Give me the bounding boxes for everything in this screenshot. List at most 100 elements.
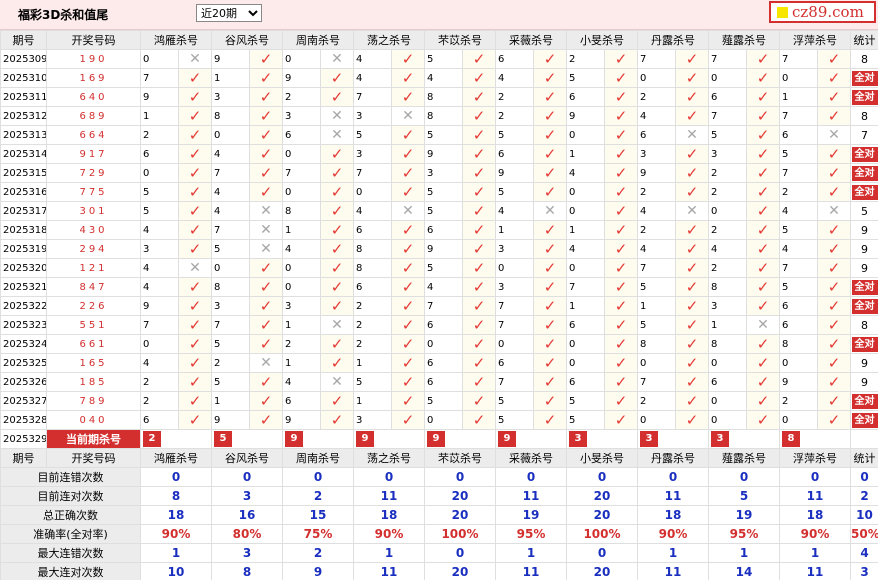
kill-number: 8 <box>779 334 818 354</box>
col-expert-header[interactable]: 鸿雁杀号 <box>140 30 212 50</box>
summary-value: 2 <box>282 486 354 506</box>
col-expert-header[interactable]: 丹露杀号 <box>637 30 709 50</box>
col-expert-header[interactable]: 小旻杀号 <box>566 448 638 468</box>
kill-number: 6 <box>353 277 392 297</box>
kill-number: 5 <box>424 49 463 69</box>
stat-cell: 全对 <box>850 277 878 297</box>
summary-value: 20 <box>566 505 638 525</box>
summary-value: 3 <box>211 486 283 506</box>
col-expert-header[interactable]: 谷风杀号 <box>211 448 283 468</box>
kill-number: 7 <box>495 315 534 335</box>
check-icon: ✓ <box>330 258 344 277</box>
brand-logo[interactable]: cz89.com <box>769 1 876 23</box>
col-expert-header[interactable]: 小旻杀号 <box>566 30 638 50</box>
kill-number: 2 <box>140 391 179 411</box>
kill-number: 4 <box>779 201 818 221</box>
summary-value: 90% <box>353 524 425 544</box>
summary-value: 0 <box>424 543 496 563</box>
col-draw-header: 开奖号码 <box>46 448 141 468</box>
col-expert-header[interactable]: 芣苡杀号 <box>424 448 496 468</box>
kill-number: 2 <box>708 220 747 240</box>
check-icon: ✓ <box>543 125 557 144</box>
kill-number: 3 <box>495 239 534 259</box>
current-stat-empty <box>850 429 878 449</box>
current-kill-cell: 3 <box>708 429 780 449</box>
col-expert-header[interactable]: 丹露杀号 <box>637 448 709 468</box>
kill-number: 4 <box>140 353 179 373</box>
result-cell-correct: ✓ <box>604 182 638 202</box>
summary-value: 20 <box>424 505 496 525</box>
result-cell-correct: ✓ <box>462 391 496 411</box>
stat-cell: 9 <box>850 372 878 392</box>
kill-number: 1 <box>566 144 605 164</box>
result-cell-correct: ✓ <box>675 353 709 373</box>
summary-value: 90% <box>637 524 709 544</box>
check-icon: ✓ <box>401 372 415 391</box>
current-kill-cell: 3 <box>637 429 709 449</box>
col-expert-header[interactable]: 薤露杀号 <box>708 448 780 468</box>
result-cell-correct: ✓ <box>391 353 425 373</box>
check-icon: ✓ <box>756 334 770 353</box>
result-cell-correct: ✓ <box>178 163 212 183</box>
col-expert-header[interactable]: 鸿雁杀号 <box>140 448 212 468</box>
col-expert-header[interactable]: 周南杀号 <box>282 30 354 50</box>
col-expert-header[interactable]: 采薇杀号 <box>495 448 567 468</box>
kill-number: 6 <box>779 315 818 335</box>
kill-number: 5 <box>779 220 818 240</box>
cross-icon: ✕ <box>331 317 343 333</box>
check-icon: ✓ <box>259 125 273 144</box>
period-select[interactable]: 近20期 <box>196 4 262 22</box>
result-cell-correct: ✓ <box>817 68 851 88</box>
check-icon: ✓ <box>401 391 415 410</box>
summary-value: 11 <box>353 562 425 580</box>
kill-number: 3 <box>282 106 321 126</box>
result-cell-correct: ✓ <box>746 353 780 373</box>
result-cell-correct: ✓ <box>533 258 567 278</box>
kill-number: 2 <box>779 391 818 411</box>
result-cell-correct: ✓ <box>817 106 851 126</box>
check-icon: ✓ <box>188 220 202 239</box>
kill-number: 6 <box>282 391 321 411</box>
result-cell-correct: ✓ <box>391 239 425 259</box>
summary-value: 8 <box>211 562 283 580</box>
kill-number: 8 <box>211 106 250 126</box>
col-issue-header: 期号 <box>0 448 47 468</box>
result-cell-correct: ✓ <box>675 239 709 259</box>
summary-value: 20 <box>424 486 496 506</box>
kill-number: 7 <box>282 163 321 183</box>
kill-number: 2 <box>495 87 534 107</box>
table-row: 2025318 430 4 ✓ 7 ✕ 1 ✓ 6 ✓ 6 ✓ 1 ✓ 1 ✓ 2 ✓ 2 ✓ 5 ✓ 9 <box>0 220 878 240</box>
current-issue: 2025329 <box>0 429 47 449</box>
result-cell-correct: ✓ <box>249 296 283 316</box>
summary-value: 3 <box>211 543 283 563</box>
cross-icon: ✕ <box>189 51 201 67</box>
kill-number: 4 <box>211 144 250 164</box>
col-expert-header[interactable]: 荡之杀号 <box>353 30 425 50</box>
check-icon: ✓ <box>188 315 202 334</box>
check-icon: ✓ <box>188 106 202 125</box>
result-cell-correct: ✓ <box>462 87 496 107</box>
summary-row: 总正确次数 18 16 15 18 20 19 20 18 19 18 10 <box>0 505 878 525</box>
col-expert-header[interactable]: 浮萍杀号 <box>779 30 851 50</box>
kill-number: 0 <box>708 68 747 88</box>
summary-value: 2 <box>850 486 878 506</box>
result-cell-correct: ✓ <box>746 125 780 145</box>
issue-number: 2025327 <box>0 391 47 411</box>
result-cell-correct: ✓ <box>462 163 496 183</box>
summary-value: 3 <box>850 562 878 580</box>
col-expert-header[interactable]: 周南杀号 <box>282 448 354 468</box>
col-expert-header[interactable]: 芣苡杀号 <box>424 30 496 50</box>
kill-number: 8 <box>353 239 392 259</box>
col-expert-header[interactable]: 谷风杀号 <box>211 30 283 50</box>
cross-icon: ✕ <box>331 374 343 390</box>
kill-number: 7 <box>708 49 747 69</box>
summary-value: 0 <box>495 467 567 487</box>
col-expert-header[interactable]: 采薇杀号 <box>495 30 567 50</box>
check-icon: ✓ <box>543 106 557 125</box>
check-icon: ✓ <box>543 163 557 182</box>
col-expert-header[interactable]: 薤露杀号 <box>708 30 780 50</box>
result-cell-correct: ✓ <box>462 49 496 69</box>
col-expert-header[interactable]: 荡之杀号 <box>353 448 425 468</box>
col-expert-header[interactable]: 浮萍杀号 <box>779 448 851 468</box>
check-icon: ✓ <box>188 125 202 144</box>
